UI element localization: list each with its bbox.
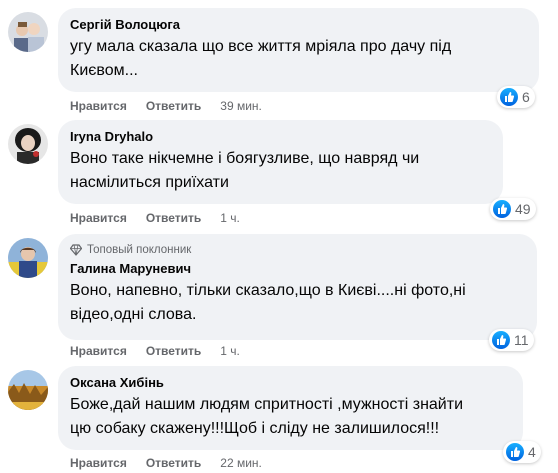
avatar[interactable] xyxy=(8,12,48,52)
comment-text: Воно, напевно, тільки сказало,що в Києві… xyxy=(70,282,466,323)
reaction-count[interactable]: 49 xyxy=(490,198,536,220)
badge-label: Топовый поклонник xyxy=(87,244,192,256)
like-link[interactable]: Нравится xyxy=(70,210,127,226)
avatar[interactable] xyxy=(8,238,48,278)
reply-link[interactable]: Ответить xyxy=(146,455,201,471)
reply-link[interactable]: Ответить xyxy=(146,210,201,226)
reaction-count[interactable]: 6 xyxy=(497,86,535,108)
like-reaction-icon xyxy=(500,88,518,106)
comment-actions: Нравится Ответить 22 мин. xyxy=(70,455,281,471)
comment-author[interactable]: Галина Мaруневич xyxy=(70,260,525,277)
comment-bubble: Сергій Волоцюга угу мала сказала що все … xyxy=(58,8,539,92)
top-fan-badge[interactable]: Топовый поклонник xyxy=(70,242,525,258)
comment-bubble: Iryna Dryhalo Воно таке нікчемне і боягу… xyxy=(58,120,503,204)
like-link[interactable]: Нравится xyxy=(70,343,127,359)
comment-actions: Нравится Ответить 1 ч. xyxy=(70,210,259,226)
comment-time[interactable]: 39 мин. xyxy=(220,98,262,114)
reaction-number: 6 xyxy=(522,89,530,105)
comment-time[interactable]: 22 мин. xyxy=(220,455,262,471)
comment-author[interactable]: Оксана Хибінь xyxy=(70,374,511,391)
reply-link[interactable]: Ответить xyxy=(146,98,201,114)
avatar[interactable] xyxy=(8,370,48,410)
comment-time[interactable]: 1 ч. xyxy=(220,210,240,226)
reaction-number: 4 xyxy=(528,444,536,460)
comment-author[interactable]: Iryna Dryhalo xyxy=(70,128,491,145)
avatar[interactable] xyxy=(8,124,48,164)
comment-author[interactable]: Сергій Волоцюга xyxy=(70,16,527,33)
like-reaction-icon xyxy=(493,200,511,218)
reaction-count[interactable]: 11 xyxy=(489,329,534,351)
comment-text: угу мала сказала що все життя мріяла про… xyxy=(70,38,452,79)
comment-text: Боже,дай нашим людям спритності ,мужност… xyxy=(70,396,463,437)
like-link[interactable]: Нравится xyxy=(70,455,127,471)
comment-actions: Нравится Ответить 1 ч. xyxy=(70,343,259,359)
reply-link[interactable]: Ответить xyxy=(146,343,201,359)
like-link[interactable]: Нравится xyxy=(70,98,127,114)
comment-time[interactable]: 1 ч. xyxy=(220,343,240,359)
comment-bubble: Топовый поклонник Галина Мaруневич Воно,… xyxy=(58,234,537,340)
like-reaction-icon xyxy=(506,443,524,461)
comment-actions: Нравится Ответить 39 мин. xyxy=(70,98,281,114)
comment-text: Воно таке нікчемне і боягузливе, що навр… xyxy=(70,150,420,191)
reaction-count[interactable]: 4 xyxy=(503,441,541,463)
diamond-icon xyxy=(70,244,82,256)
reaction-number: 11 xyxy=(514,332,529,348)
reaction-number: 49 xyxy=(515,201,531,217)
like-reaction-icon xyxy=(492,331,510,349)
comment-bubble: Оксана Хибінь Боже,дай нашим людям сприт… xyxy=(58,366,523,450)
